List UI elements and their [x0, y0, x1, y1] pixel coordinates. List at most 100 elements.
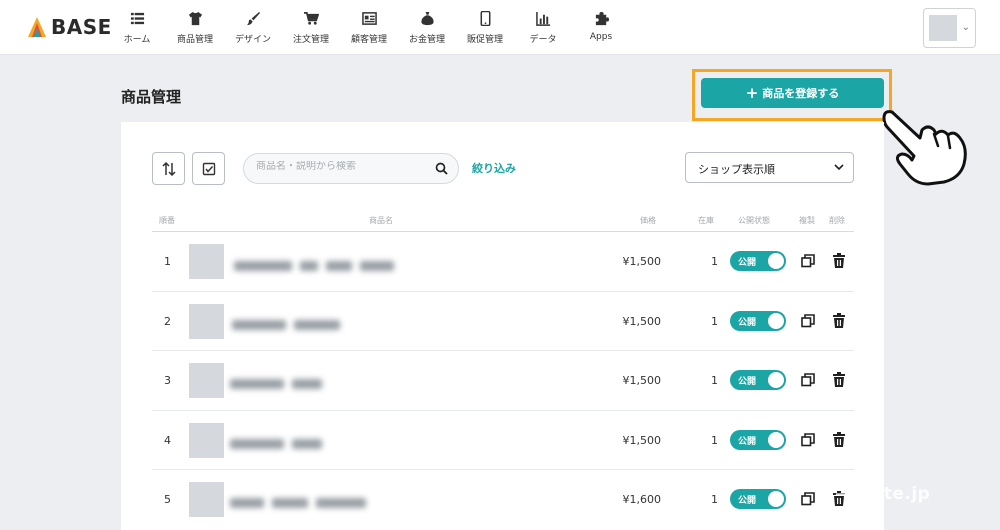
row-order: 2: [164, 315, 171, 328]
column-header-stock: 在庫: [698, 216, 714, 225]
cart-icon: [303, 11, 319, 25]
column-header-order: 順番: [159, 216, 175, 225]
column-header-delete: 削除: [829, 216, 845, 225]
product-name-blurred[interactable]: [230, 373, 330, 389]
product-thumbnail[interactable]: [189, 304, 224, 339]
publish-toggle-label: 公開: [738, 496, 757, 506]
row-order: 3: [164, 374, 171, 387]
nav-item-label: お金管理: [408, 35, 445, 45]
product-thumbnail[interactable]: [189, 363, 224, 398]
avatar: [929, 15, 957, 41]
list-icon: [130, 12, 144, 24]
nav-item-label: 注文管理: [292, 35, 329, 45]
nav-item-label: Apps: [589, 32, 613, 42]
product-thumbnail[interactable]: [189, 423, 224, 458]
nav-item-label: 商品管理: [176, 35, 213, 45]
nav-item-orders[interactable]: 注文管理: [282, 8, 340, 45]
checkbox-icon: [202, 162, 215, 175]
nav-item-label: デザイン: [234, 35, 271, 45]
search-input[interactable]: [256, 161, 426, 172]
trash-icon[interactable]: [832, 253, 846, 268]
nav-item-label: 販促管理: [466, 35, 503, 45]
sort-select-value: ショップ表示順: [698, 163, 775, 176]
sort-select[interactable]: ショップ表示順: [685, 152, 854, 183]
money-bag-icon: [420, 11, 434, 25]
publish-toggle[interactable]: 公開: [730, 430, 786, 450]
publish-toggle[interactable]: 公開: [730, 489, 786, 509]
nav-item-data[interactable]: データ: [514, 8, 572, 45]
publish-toggle[interactable]: 公開: [730, 311, 786, 331]
search-field: [243, 153, 459, 184]
trash-icon[interactable]: [832, 432, 846, 447]
row-price: ¥1,600: [622, 493, 662, 506]
nav-item-label: ホーム: [123, 35, 151, 45]
page-title: 商品管理: [121, 88, 182, 106]
nav-item-apps[interactable]: Apps: [572, 8, 630, 45]
row-stock: 1: [711, 255, 718, 268]
watermark: — note.jp: [835, 484, 931, 504]
publish-toggle-label: 公開: [738, 318, 757, 328]
copy-icon[interactable]: [801, 373, 815, 387]
column-header-price: 価格: [640, 216, 656, 225]
nav-item-design[interactable]: デザイン: [224, 8, 282, 45]
plus-icon: +: [745, 83, 759, 102]
pointing-hand-icon: [882, 110, 967, 186]
row-stock: 1: [711, 374, 718, 387]
copy-icon[interactable]: [801, 314, 815, 328]
product-thumbnail[interactable]: [189, 482, 224, 517]
copy-icon[interactable]: [801, 254, 815, 268]
bar-chart-icon: [535, 11, 550, 26]
register-button-label: 商品を登録する: [762, 87, 840, 100]
main-nav: ホーム 商品管理 デザイン 注文管理 顧客管理 お金管理 販促管理 データ Ap…: [108, 8, 630, 45]
row-divider: [152, 291, 854, 292]
publish-toggle-label: 公開: [738, 377, 757, 387]
column-header-name: 商品名: [369, 216, 393, 225]
publish-toggle-label: 公開: [738, 437, 757, 447]
nav-item-money[interactable]: お金管理: [398, 8, 456, 45]
puzzle-icon: [595, 11, 609, 25]
brand-name: BASE: [51, 15, 112, 39]
row-stock: 1: [711, 434, 718, 447]
row-order: 5: [164, 493, 171, 506]
chevron-down-icon: ⌄: [961, 22, 970, 33]
row-stock: 1: [711, 493, 718, 506]
nav-item-label: 顧客管理: [350, 35, 387, 45]
product-name-blurred[interactable]: [230, 492, 374, 508]
trash-icon[interactable]: [832, 313, 846, 328]
tshirt-icon: [188, 11, 202, 25]
filter-link[interactable]: 絞り込み: [472, 160, 516, 176]
publish-toggle[interactable]: 公開: [730, 370, 786, 390]
nav-item-products[interactable]: 商品管理: [166, 8, 224, 45]
brush-icon: [246, 11, 260, 25]
row-divider: [152, 410, 854, 411]
copy-icon[interactable]: [801, 492, 815, 506]
trash-icon[interactable]: [832, 372, 846, 387]
row-price: ¥1,500: [622, 374, 662, 387]
address-card-icon: [361, 11, 377, 25]
base-logo[interactable]: BASE: [28, 15, 112, 39]
account-menu[interactable]: ⌄: [923, 8, 976, 48]
search-icon[interactable]: [435, 162, 448, 175]
bulk-select-button[interactable]: [192, 152, 225, 185]
product-name-blurred[interactable]: [232, 314, 348, 330]
base-logo-mark-icon: [28, 17, 46, 37]
product-thumbnail[interactable]: [189, 244, 224, 279]
nav-item-customers[interactable]: 顧客管理: [340, 8, 398, 45]
smartphone-icon: [480, 10, 490, 26]
sort-order-button[interactable]: [152, 152, 185, 185]
nav-item-promotions[interactable]: 販促管理: [456, 8, 514, 45]
nav-item-label: データ: [529, 35, 557, 45]
chevron-down-icon: [834, 164, 844, 171]
sort-arrows-icon: [161, 161, 176, 176]
publish-toggle[interactable]: 公開: [730, 251, 786, 271]
product-name-blurred[interactable]: [230, 433, 330, 449]
row-price: ¥1,500: [622, 255, 662, 268]
product-name-blurred[interactable]: [234, 255, 402, 271]
publish-toggle-label: 公開: [738, 258, 757, 268]
row-order: 4: [164, 434, 171, 447]
copy-icon[interactable]: [801, 433, 815, 447]
column-header-copy: 複製: [799, 216, 815, 225]
nav-item-home[interactable]: ホーム: [108, 8, 166, 45]
register-product-button[interactable]: + 商品を登録する: [701, 78, 884, 108]
top-navigation-bar: BASE ホーム 商品管理 デザイン 注文管理 顧客管理 お金管理 販促管理 デ…: [0, 0, 1000, 55]
